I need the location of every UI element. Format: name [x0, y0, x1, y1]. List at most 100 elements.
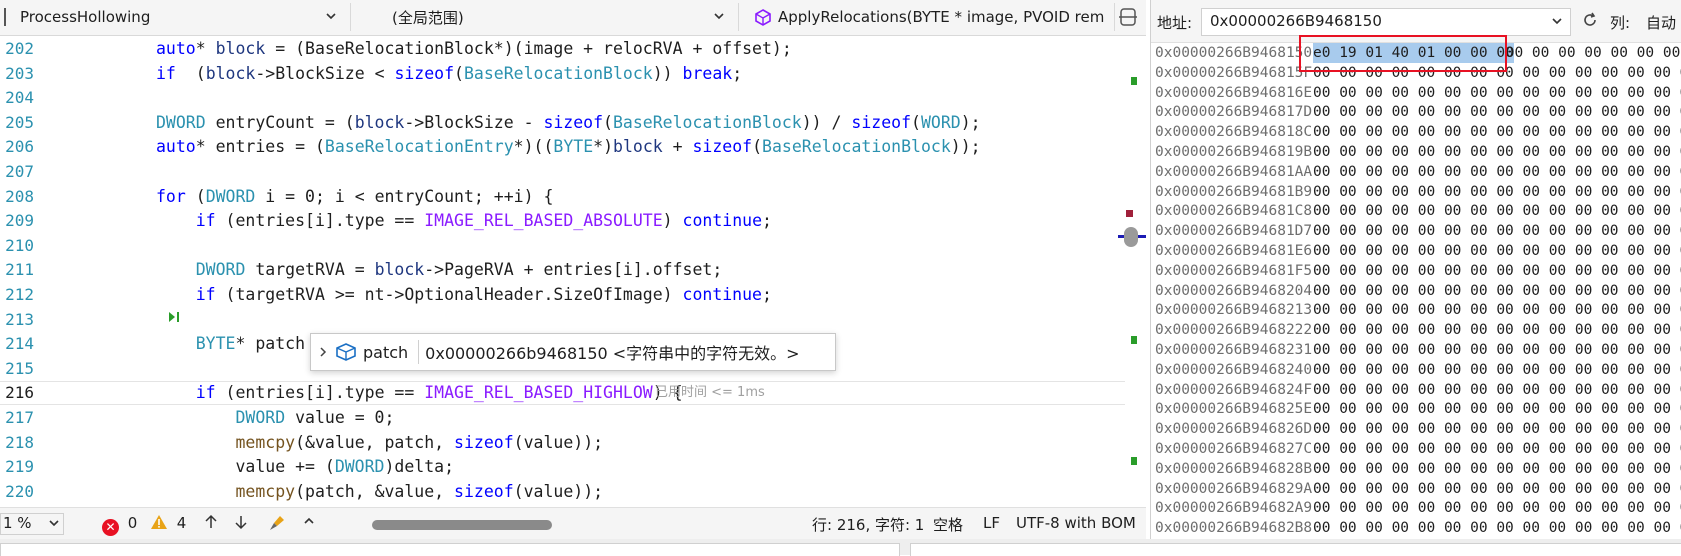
code-line[interactable]: 203 if (block->BlockSize < sizeof(BaseRel…	[0, 62, 1125, 86]
code-token: WORD	[920, 112, 961, 132]
code-line[interactable]: 206 auto* entries = (BaseRelocationEntry*…	[0, 135, 1125, 159]
memory-row[interactable]: 0x00000266B9468231 00 00 00 00 00 00 00 0…	[1151, 340, 1681, 360]
code-token: *)((	[513, 137, 554, 157]
code-token: *	[195, 39, 216, 58]
code-token: sizeof	[454, 432, 514, 452]
code-token: if	[195, 285, 216, 304]
code-token: +	[662, 137, 693, 157]
code-text: memcpy(patch, &value, sizeof(value));	[156, 480, 603, 504]
whitespace-mode[interactable]: 空格	[933, 514, 963, 535]
memory-row[interactable]: 0x00000266B94681B9 00 00 00 00 00 00 00 0…	[1151, 182, 1681, 202]
memory-window: 地址: 0x00000266B9468150 列: 自动 0x00000266B…	[1150, 0, 1681, 539]
memory-row[interactable]: 0x00000266B9468204 00 00 00 00 00 00 00 0…	[1151, 281, 1681, 301]
zoom-dropdown[interactable]: 1 %	[0, 513, 64, 535]
bottom-panel-strip	[0, 539, 1681, 556]
memory-row[interactable]: 0x00000266B946826D 00 00 00 00 00 00 00 0…	[1151, 419, 1681, 439]
memory-row[interactable]: 0x00000266B94681AA 00 00 00 00 00 00 00 0…	[1151, 162, 1681, 182]
datatip-value[interactable]: 0x00000266b9468150 <字符串中的字符无效。>	[418, 340, 800, 364]
file-encoding[interactable]: UTF-8 with BOM	[1016, 514, 1136, 532]
code-token: entryCount = (	[205, 112, 355, 132]
code-text: value += (DWORD)delta;	[156, 455, 454, 479]
split-window-icon[interactable]	[1118, 7, 1138, 27]
chevron-up-icon[interactable]	[302, 514, 316, 532]
refresh-icon[interactable]	[1581, 11, 1599, 29]
variable-datatip[interactable]: patch 0x00000266b9468150 <字符串中的字符无效。>	[310, 333, 836, 371]
code-token: (	[454, 63, 464, 83]
memory-bytes: 00 00 00 00 00 00 00 00 00 00 00 00 00 0…	[1313, 144, 1681, 160]
memory-bytes: 00 00 00 00 00 00 00 00 00 00 00 00 00 0…	[1313, 203, 1681, 220]
line-number: 214	[5, 334, 34, 354]
warning-icon	[150, 514, 168, 530]
memory-row[interactable]: 0x00000266B9468240 00 00 00 00 00 00 00 0…	[1151, 360, 1681, 380]
code-line[interactable]: 204	[0, 86, 1125, 110]
code-token: )	[662, 211, 683, 231]
arrow-down-icon[interactable]	[233, 514, 249, 534]
memory-address: 0x00000266B946818C	[1155, 124, 1313, 141]
memory-row[interactable]: 0x00000266B9468213 00 00 00 00 00 00 00 0…	[1151, 300, 1681, 320]
memory-row[interactable]: 0x00000266B946825E 00 00 00 00 00 00 00 0…	[1151, 399, 1681, 419]
warning-count[interactable]: 4	[150, 514, 186, 532]
code-token: ->BlockSize <	[255, 63, 395, 83]
code-line[interactable]: 208 for (DWORD i = 0; i < entryCount; ++i…	[0, 185, 1125, 209]
bottom-tab[interactable]	[910, 543, 1681, 556]
code-line[interactable]: 221 } else if (entries[i].type == IMAGE_…	[0, 504, 1125, 505]
memory-bytes: 00 00 00 00 00 00 00 00 00 00 00 00 00 0…	[1313, 520, 1681, 537]
memory-row[interactable]: 0x00000266B946829A 00 00 00 00 00 00 00 0…	[1151, 479, 1681, 499]
arrow-up-icon[interactable]	[203, 514, 219, 534]
columns-value[interactable]: 自动	[1646, 12, 1676, 33]
scope-dropdown[interactable]: (全局范围)	[356, 3, 739, 31]
code-line[interactable]: 220 memcpy(patch, &value, sizeof(value))…	[0, 480, 1125, 504]
code-line[interactable]: 219 value += (DWORD)delta;	[0, 455, 1125, 479]
code-token: block	[215, 39, 266, 58]
memory-row[interactable]: 0x00000266B94681F5 00 00 00 00 00 00 00 0…	[1151, 261, 1681, 281]
code-token: IMAGE_REL_BASED_HIGHLOW	[424, 383, 653, 403]
memory-row[interactable]: 0x00000266B946824F 00 00 00 00 00 00 00 0…	[1151, 380, 1681, 400]
chevron-down-icon	[1550, 14, 1564, 32]
code-text: if (block->BlockSize < sizeof(BaseReloca…	[156, 62, 742, 86]
code-line[interactable]: 216 if (entries[i].type == IMAGE_REL_BAS…	[0, 381, 1125, 406]
memory-row[interactable]: 0x00000266B94682A9 00 00 00 00 00 00 00 0…	[1151, 498, 1681, 518]
memory-row[interactable]: 0x00000266B946818C 00 00 00 00 00 00 00 0…	[1151, 122, 1681, 142]
horizontal-scrollbar-thumb[interactable]	[372, 520, 552, 530]
project-name: ProcessHollowing	[20, 8, 151, 26]
scope-label: (全局范围)	[392, 8, 464, 27]
code-line[interactable]: 202 auto* block = (BaseRelocationBlock*)(…	[0, 37, 1125, 61]
memory-row[interactable]: 0x00000266B94681D7 00 00 00 00 00 00 00 0…	[1151, 221, 1681, 241]
cursor-position[interactable]: 行: 216, 字符: 1	[812, 514, 924, 535]
code-line[interactable]: 212 if (targetRVA >= nt->OptionalHeader.…	[0, 283, 1125, 307]
line-ending[interactable]: LF	[983, 514, 1000, 532]
code-line[interactable]: 218 memcpy(&value, patch, sizeof(value))…	[0, 431, 1125, 455]
code-token: (	[911, 112, 921, 132]
code-line[interactable]: 217 DWORD value = 0;	[0, 406, 1125, 430]
memory-row[interactable]: 0x00000266B946828B 00 00 00 00 00 00 00 0…	[1151, 459, 1681, 479]
code-line[interactable]: 211 DWORD targetRVA = block->PageRVA + e…	[0, 258, 1125, 282]
error-count[interactable]: ✕ 0	[102, 514, 137, 536]
memory-row[interactable]: 0x00000266B94682B8 00 00 00 00 00 00 00 0…	[1151, 518, 1681, 538]
memory-row[interactable]: 0x00000266B9468222 00 00 00 00 00 00 00 0…	[1151, 320, 1681, 340]
code-token: memcpy	[235, 432, 296, 452]
function-dropdown[interactable]: ApplyRelocations(BYTE * image, PVOID rem	[744, 3, 1115, 31]
memory-address: 0x00000266B94681AA	[1155, 163, 1313, 180]
memory-row[interactable]: 0x00000266B946817D 00 00 00 00 00 00 00 0…	[1151, 102, 1681, 122]
project-dropdown[interactable]: ProcessHollowing	[0, 3, 351, 31]
code-line[interactable]: 209 if (entries[i].type == IMAGE_REL_BAS…	[0, 209, 1125, 233]
memory-row[interactable]: 0x00000266B946819B 00 00 00 00 00 00 00 0…	[1151, 142, 1681, 162]
memory-row[interactable]: 0x00000266B946827C 00 00 00 00 00 00 00 0…	[1151, 439, 1681, 459]
memory-row[interactable]: 0x00000266B946816E 00 00 00 00 00 00 00 0…	[1151, 83, 1681, 103]
run-to-click-icon[interactable]	[166, 309, 182, 325]
bottom-tab[interactable]	[0, 543, 900, 556]
code-line[interactable]: 210	[0, 234, 1125, 258]
memory-bytes: 00 00 00 00 00 00 00 00 00 00 00 00 00 0…	[1313, 302, 1681, 319]
memory-grid[interactable]: 0x00000266B9468150 e0 19 01 40 01 00 00 0…	[1151, 42, 1681, 539]
memory-bytes: 00 00 00 00 00 00 00 00 00 00 00 00 00 0…	[1313, 262, 1681, 279]
cleanup-brush-icon[interactable]	[268, 514, 286, 536]
code-view[interactable]: 202 auto* block = (BaseRelocationBlock*)(…	[0, 35, 1146, 505]
code-line[interactable]: 207	[0, 160, 1125, 184]
memory-row[interactable]: 0x00000266B94681C8 00 00 00 00 00 00 00 0…	[1151, 201, 1681, 221]
code-line[interactable]: 205 DWORD entryCount = (block->BlockSize …	[0, 111, 1125, 135]
address-input[interactable]: 0x00000266B9468150	[1201, 8, 1571, 36]
memory-row[interactable]: 0x00000266B94681E6 00 00 00 00 00 00 00 0…	[1151, 241, 1681, 261]
memory-address: 0x00000266B946825E	[1155, 401, 1313, 418]
chevron-right-icon[interactable]	[311, 343, 335, 362]
